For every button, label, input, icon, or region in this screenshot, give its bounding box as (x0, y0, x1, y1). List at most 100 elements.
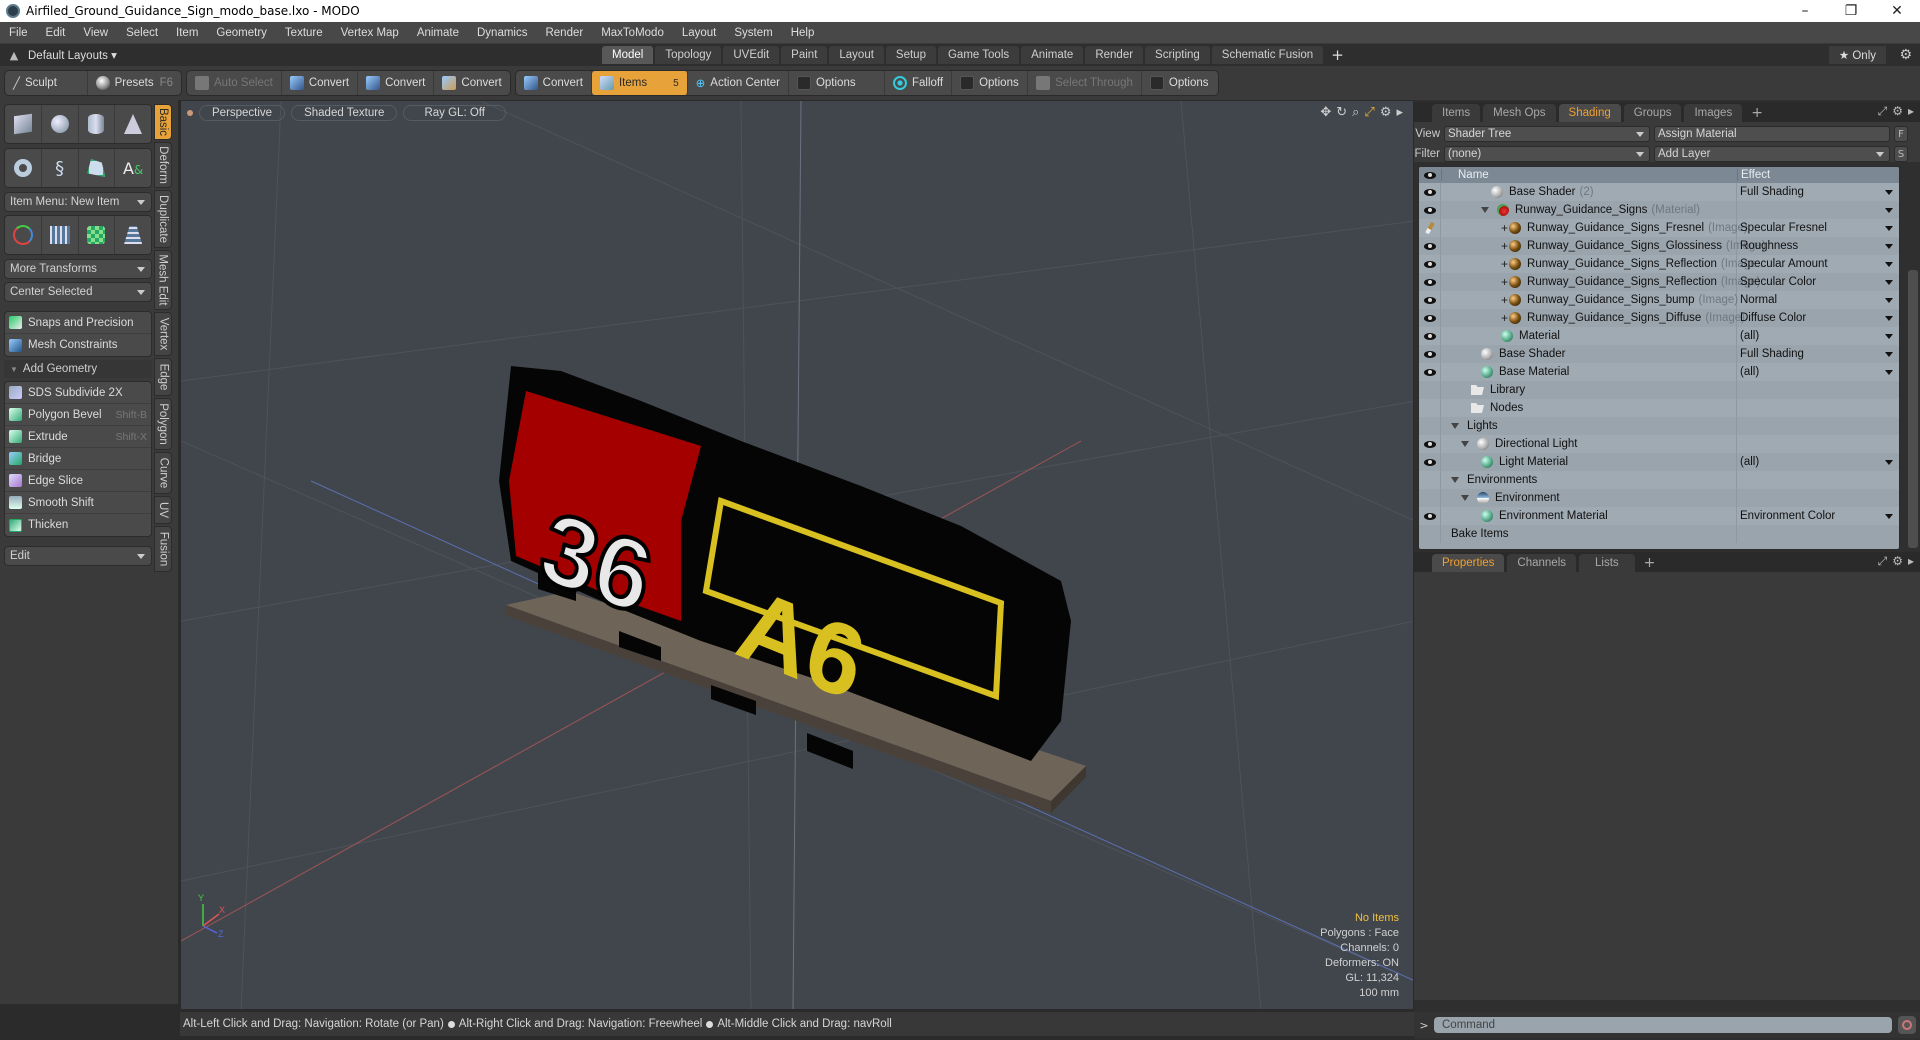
shader-tree-row[interactable]: + Runway_Guidance_Signs_Reflection (Image)… (1419, 273, 1899, 291)
only-toggle[interactable]: ★ Only (1828, 46, 1886, 64)
visibility-toggle[interactable] (1419, 435, 1441, 453)
tab-topology[interactable]: Topology (655, 46, 722, 64)
menu-texture[interactable]: Texture (276, 27, 332, 39)
effect-dropdown[interactable]: Normal (1737, 291, 1899, 309)
close-button[interactable]: ✕ (1874, 0, 1920, 22)
add-geometry-header[interactable]: ▼ Add Geometry (4, 360, 152, 378)
convert-edges-button[interactable]: Convert (358, 71, 435, 95)
zoom-magnifier-icon[interactable]: ⌕ (1352, 105, 1359, 120)
vtab-polygon[interactable]: Polygon (154, 398, 172, 450)
shader-tree-row[interactable]: Runway_Guidance_Signs (Material) (1419, 201, 1899, 219)
3d-viewport[interactable]: 36 A6 Y X Z Perspective Shaded Texture R… (180, 100, 1414, 1010)
visibility-toggle[interactable] (1419, 345, 1441, 363)
visibility-toggle[interactable] (1419, 507, 1441, 525)
falloff-options-button[interactable]: Options (952, 71, 1029, 95)
edit-dropdown[interactable]: Edit (4, 546, 152, 566)
view-dropdown[interactable]: Shader Tree (1444, 126, 1650, 142)
visibility-toggle[interactable] (1419, 273, 1441, 291)
text-tool[interactable]: A& (115, 149, 151, 187)
vtab-curve[interactable]: Curve (154, 452, 172, 494)
visibility-toggle[interactable] (1419, 201, 1441, 219)
expand-plus-icon[interactable]: + (1501, 311, 1508, 325)
menu-system[interactable]: System (725, 27, 781, 39)
effect-dropdown[interactable]: (all) (1737, 453, 1899, 471)
shader-tree-row[interactable]: + Runway_Guidance_Signs_Glossiness (Image)… (1419, 237, 1899, 255)
tool-bridge[interactable]: Bridge (5, 448, 151, 470)
command-input[interactable]: Command (1434, 1017, 1892, 1033)
minimize-button[interactable]: – (1782, 0, 1828, 22)
sculpt-button[interactable]: ╱ Sculpt (5, 71, 88, 95)
center-selected-dropdown[interactable]: Center Selected (4, 282, 152, 302)
visibility-toggle[interactable] (1419, 219, 1441, 237)
falloff-button[interactable]: Falloff (885, 71, 953, 95)
select-through-button[interactable]: Select Through (1028, 71, 1142, 95)
tab-mesh-ops[interactable]: Mesh Ops (1483, 104, 1556, 122)
viewport-gear-icon[interactable]: ⚙ (1380, 105, 1392, 120)
record-macro-button[interactable] (1898, 1016, 1916, 1034)
add-tab-plus-icon[interactable]: + (1745, 104, 1769, 122)
shader-tree-row[interactable]: + Runway_Guidance_Signs_Reflection (Image.… (1419, 255, 1899, 273)
menu-geometry[interactable]: Geometry (207, 27, 276, 39)
menu-layout[interactable]: Layout (673, 27, 726, 39)
shader-tree-row[interactable]: Light Material (all) (1419, 453, 1899, 471)
visibility-toggle[interactable] (1419, 525, 1441, 543)
expand-plus-icon[interactable]: + (1501, 221, 1508, 235)
tab-lists[interactable]: Lists (1579, 554, 1635, 572)
visibility-toggle[interactable] (1419, 183, 1441, 201)
tool-edge-slice[interactable]: Edge Slice (5, 470, 151, 492)
visibility-toggle[interactable] (1419, 417, 1441, 435)
tab-properties[interactable]: Properties (1432, 554, 1505, 572)
tool-thicken[interactable]: Thicken (5, 514, 151, 536)
effect-dropdown[interactable]: Specular Fresnel (1737, 219, 1899, 237)
tab-animate[interactable]: Animate (1021, 46, 1084, 64)
shader-tree-row[interactable]: Library (1419, 381, 1899, 399)
tab-channels[interactable]: Channels (1507, 554, 1577, 572)
menu-animate[interactable]: Animate (408, 27, 468, 39)
action-center-options-button[interactable]: Options (789, 71, 885, 95)
viewport-more-arrow-icon[interactable]: ▸ (1396, 105, 1403, 120)
effect-dropdown[interactable]: (all) (1737, 363, 1899, 381)
maximize-viewport-icon[interactable]: ⤢ (1364, 105, 1374, 120)
s-button[interactable]: S (1894, 146, 1908, 162)
shader-tree-row[interactable]: + Runway_Guidance_Signs_Diffuse (Image) Dif… (1419, 309, 1899, 327)
tab-paint[interactable]: Paint (781, 46, 828, 64)
expand-triangle-icon[interactable] (1461, 495, 1469, 501)
menu-maxtomodo[interactable]: MaxToModo (592, 27, 673, 39)
cylinder-tool[interactable] (79, 105, 116, 143)
pan-move-icon[interactable]: ✥ (1320, 105, 1331, 120)
convert-items-button[interactable]: Convert (516, 71, 592, 95)
sign-model[interactable]: 36 A6 (499, 366, 1086, 813)
vtab-mesh-edit[interactable]: Mesh Edit (154, 250, 172, 310)
shader-tree-row[interactable]: Base Material (all) (1419, 363, 1899, 381)
vtab-basic[interactable]: Basic (154, 104, 172, 140)
tab-schematic-fusion[interactable]: Schematic Fusion (1211, 46, 1324, 64)
tab-images[interactable]: Images (1684, 104, 1743, 122)
expand-plus-icon[interactable]: + (1501, 275, 1508, 289)
f-button[interactable]: F (1894, 126, 1908, 142)
tab-layout[interactable]: Layout (829, 46, 884, 64)
viewport-options-dot-icon[interactable] (187, 110, 193, 116)
item-menu-dropdown[interactable]: Item Menu: New Item (4, 192, 152, 212)
capsule-tool[interactable]: § (42, 149, 79, 187)
effect-dropdown[interactable]: Roughness (1737, 237, 1899, 255)
panel-gear-icon[interactable]: ⚙ (1892, 554, 1903, 569)
tab-items[interactable]: Items (1432, 104, 1481, 122)
tab-setup[interactable]: Setup (885, 46, 936, 64)
tab-render[interactable]: Render (1085, 46, 1144, 64)
name-column-header[interactable]: Name (1441, 169, 1737, 181)
shader-tree-row[interactable]: Environment Material Environment Color (1419, 507, 1899, 525)
visibility-toggle[interactable] (1419, 363, 1441, 381)
shader-tree-row[interactable]: + Runway_Guidance_Signs_Fresnel (Image) Spe… (1419, 219, 1899, 237)
vtab-uv[interactable]: UV (154, 496, 172, 524)
shader-tree-row[interactable]: Base Shader (2) Full Shading (1419, 183, 1899, 201)
action-center-button[interactable]: ⊕ Action Center (688, 71, 789, 95)
expand-panel-icon[interactable]: ⤢ (1878, 554, 1888, 569)
raygl-button[interactable]: Ray GL: Off (403, 105, 506, 121)
visibility-column-header[interactable] (1419, 171, 1441, 179)
menu-dynamics[interactable]: Dynamics (468, 27, 536, 39)
shader-tree-scrollbar[interactable] (1908, 270, 1918, 548)
layout-settings-gear-icon[interactable]: ⚙ (1899, 47, 1912, 63)
panel-more-arrow-icon[interactable]: ▸ (1908, 104, 1914, 119)
presets-button[interactable]: Presets F6 (88, 71, 181, 95)
tab-scripting[interactable]: Scripting (1145, 46, 1210, 64)
